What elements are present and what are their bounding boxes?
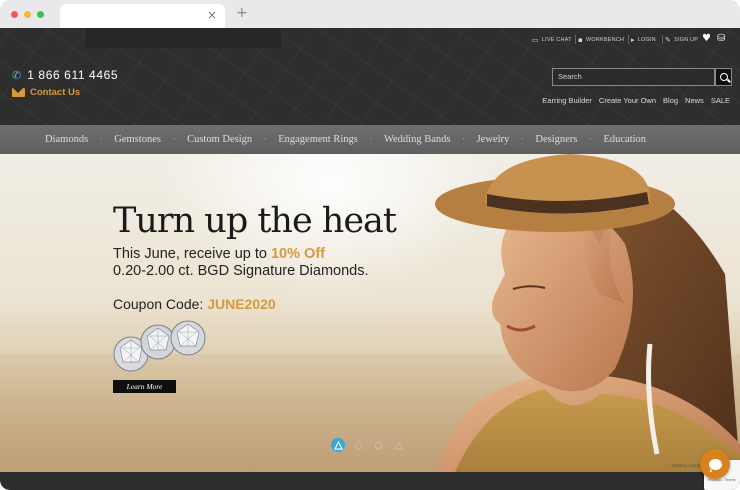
phone-contact[interactable]: ✆ 1 866 611 4465 bbox=[12, 68, 118, 82]
nav-item-engagement-rings[interactable]: Engagement Rings bbox=[278, 134, 358, 145]
triangle-icon bbox=[393, 440, 403, 449]
live-chat-label: LIVE CHAT bbox=[541, 37, 572, 43]
nav-item-wedding-bands[interactable]: Wedding Bands bbox=[384, 134, 451, 145]
slide-1-indicator[interactable] bbox=[331, 438, 345, 452]
login-label: LOGIN bbox=[637, 37, 656, 43]
nav-item-gemstones[interactable]: Gemstones bbox=[114, 134, 161, 145]
site-header: ▭ LIVE CHAT ▪ WORKBENCH ▸ LOGIN ✎ SIGN U… bbox=[0, 28, 740, 125]
nav-separator: • bbox=[100, 136, 103, 143]
workbench-link[interactable]: ▪ WORKBENCH bbox=[578, 36, 624, 44]
utility-divider bbox=[628, 35, 629, 44]
shopping-basket-icon[interactable]: ⛁ bbox=[717, 33, 725, 44]
nav-separator: • bbox=[369, 136, 372, 143]
browser-tab[interactable]: × bbox=[60, 4, 225, 28]
hero-title: Turn up the heat bbox=[113, 201, 397, 241]
maximize-window-button[interactable] bbox=[37, 11, 44, 18]
live-chat-link[interactable]: ▭ LIVE CHAT bbox=[532, 36, 572, 44]
nav-item-custom-design[interactable]: Custom Design bbox=[187, 134, 252, 145]
utility-divider bbox=[662, 35, 663, 44]
coupon-label: Coupon Code: bbox=[113, 296, 208, 312]
hero-banner[interactable]: Turn up the heat This June, receive up t… bbox=[0, 154, 740, 472]
secondary-links: Earring Builder Create Your Own Blog New… bbox=[542, 96, 730, 105]
slider-pagination bbox=[331, 438, 405, 452]
create-your-own-link[interactable]: Create Your Own bbox=[599, 96, 656, 105]
diamonds-image bbox=[113, 320, 206, 372]
learn-more-button[interactable]: Learn More bbox=[113, 380, 176, 393]
slide-3-indicator[interactable] bbox=[371, 438, 385, 452]
hero-woman-image bbox=[435, 154, 740, 472]
nav-item-designers[interactable]: Designers bbox=[535, 134, 577, 145]
slide-2-indicator[interactable] bbox=[351, 438, 365, 452]
new-tab-button[interactable]: + bbox=[236, 5, 248, 21]
phone-icon: ✆ bbox=[12, 68, 22, 82]
signup-icon: ✎ bbox=[665, 36, 672, 44]
signup-label: SIGN UP bbox=[674, 37, 699, 43]
workbench-label: WORKBENCH bbox=[585, 37, 625, 43]
diamond-icon bbox=[140, 324, 176, 360]
news-link[interactable]: News bbox=[685, 96, 704, 105]
hero-offer-line: This June, receive up to 10% Off bbox=[113, 246, 325, 262]
login-link[interactable]: ▸ LOGIN bbox=[631, 36, 656, 44]
blog-link[interactable]: Blog bbox=[663, 96, 678, 105]
hero-offer-text: This June, receive up to bbox=[113, 246, 271, 262]
nav-separator: • bbox=[462, 136, 465, 143]
browser-window: × + ▭ LIVE CHAT ▪ WORKBENCH ▸ LOGIN ✎ SI… bbox=[0, 0, 740, 490]
coupon-code: JUNE2020 bbox=[207, 296, 276, 312]
minimize-window-button[interactable] bbox=[24, 11, 31, 18]
diamond-icon bbox=[170, 320, 206, 356]
chat-icon: ▭ bbox=[532, 36, 539, 44]
close-window-button[interactable] bbox=[11, 11, 18, 18]
wishlist-heart-icon[interactable]: ♥ bbox=[702, 33, 711, 44]
contact-us-link[interactable]: Contact Us bbox=[12, 87, 80, 98]
nav-item-jewelry[interactable]: Jewelry bbox=[477, 134, 510, 145]
slide-4-indicator[interactable] bbox=[391, 438, 405, 452]
chat-launcher-button[interactable] bbox=[700, 449, 730, 479]
signup-link[interactable]: ✎ SIGN UP bbox=[665, 36, 698, 44]
sale-link[interactable]: SALE bbox=[711, 96, 730, 105]
mail-icon bbox=[12, 88, 25, 97]
triangle-icon bbox=[333, 440, 343, 450]
coupon-line: Coupon Code: JUNE2020 bbox=[113, 296, 276, 312]
main-navigation: Diamonds • Gemstones • Custom Design • E… bbox=[0, 125, 740, 154]
phone-number: 1 866 611 4465 bbox=[27, 68, 119, 82]
login-icon: ▸ bbox=[631, 36, 635, 44]
nav-item-diamonds[interactable]: Diamonds bbox=[45, 134, 88, 145]
search-button[interactable] bbox=[715, 68, 732, 86]
circle-icon bbox=[374, 441, 382, 449]
nav-separator: • bbox=[172, 136, 176, 143]
contact-us-label: Contact Us bbox=[30, 87, 81, 98]
nav-separator: • bbox=[589, 136, 592, 143]
search-icon bbox=[719, 73, 728, 81]
nav-separator: • bbox=[264, 136, 267, 143]
utility-divider bbox=[575, 35, 576, 44]
footer-strip bbox=[0, 472, 740, 490]
drop-icon bbox=[354, 440, 362, 450]
hero-discount: 10% Off bbox=[270, 246, 325, 262]
nav-separator: • bbox=[521, 136, 524, 143]
workbench-icon: ▪ bbox=[578, 36, 583, 44]
header-notch bbox=[86, 28, 281, 48]
chat-bubble-icon bbox=[708, 458, 722, 470]
browser-tab-bar: × + bbox=[0, 0, 740, 28]
tab-close-icon[interactable]: × bbox=[207, 8, 217, 22]
earring-builder-link[interactable]: Earring Builder bbox=[542, 96, 592, 105]
search-input[interactable]: Search bbox=[552, 68, 715, 86]
hero-product-line: 0.20-2.00 ct. BGD Signature Diamonds. bbox=[113, 263, 369, 279]
nav-item-education[interactable]: Education bbox=[603, 134, 646, 145]
